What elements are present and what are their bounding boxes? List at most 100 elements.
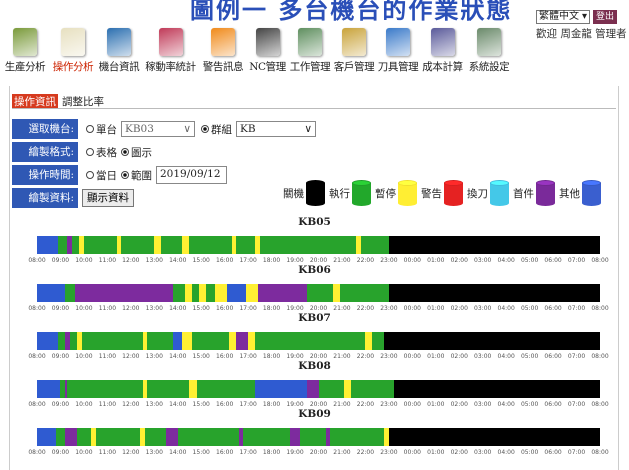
time-tick: 19:00 xyxy=(286,305,304,312)
time-tick: 06:00 xyxy=(544,305,562,312)
legend-label: 執行 xyxy=(329,187,350,200)
table-radio[interactable] xyxy=(86,148,94,156)
time-tick: 17:00 xyxy=(239,449,257,456)
utilization-stats-icon xyxy=(158,28,183,56)
time-tick: 14:00 xyxy=(169,257,187,264)
nav-item-tool-management[interactable]: 刀具管理 xyxy=(376,22,420,74)
time-tick: 03:00 xyxy=(474,305,492,312)
time-tick: 04:00 xyxy=(497,257,515,264)
time-tick: 05:00 xyxy=(520,305,539,312)
segment-run xyxy=(372,332,385,350)
time-tick: 03:00 xyxy=(474,353,492,360)
nav-item-system-settings[interactable]: 系統設定 xyxy=(465,22,513,74)
time-tick: 11:00 xyxy=(98,305,117,312)
time-tick: 05:00 xyxy=(520,353,539,360)
time-tick: 02:00 xyxy=(450,401,468,408)
segment-first xyxy=(236,332,249,350)
time-tick: 17:00 xyxy=(239,353,257,360)
nav-item-warning[interactable]: 警告訊息 xyxy=(199,22,247,74)
machine-name: KB06 xyxy=(298,264,331,276)
machine-select-value: KB03 xyxy=(125,123,154,135)
show-data-button[interactable]: 顯示資料 xyxy=(82,189,134,207)
table-label: 表格 xyxy=(96,146,117,159)
time-tick: 16:00 xyxy=(216,305,234,312)
query-form: 選取機台: 單台 KB03 ∨ 群組 KB ∨ 繪製格式: 表格 圖示 操作時間: … xyxy=(12,118,316,210)
segment-run xyxy=(76,428,92,446)
chart-radio[interactable] xyxy=(121,148,129,156)
segment-run xyxy=(144,428,167,446)
group-radio[interactable] xyxy=(201,125,209,133)
segment-run xyxy=(173,284,186,302)
segment-run xyxy=(351,380,395,398)
nav-item-utilization-stats[interactable]: 稼動率統計 xyxy=(142,22,199,74)
time-tick: 23:00 xyxy=(380,257,398,264)
segment-run xyxy=(255,332,366,350)
language-select[interactable]: 繁體中文 ▾ xyxy=(536,10,591,24)
draw-row: 繪製資料: 顯示資料 xyxy=(12,187,316,209)
time-tick: 17:00 xyxy=(239,401,257,408)
segment-run xyxy=(65,284,76,302)
machine-label: 選取機台: xyxy=(12,119,78,139)
time-tick: 11:00 xyxy=(98,257,117,264)
logout-button[interactable]: 登出 xyxy=(593,10,618,24)
time-tick: 19:00 xyxy=(286,449,304,456)
nav-item-machine-info[interactable]: 機台資訊 xyxy=(96,22,142,74)
time-tick: 22:00 xyxy=(356,401,375,408)
single-radio[interactable] xyxy=(86,125,94,133)
segment-off xyxy=(384,332,600,350)
machine-row: 選取機台: 單台 KB03 ∨ 群組 KB ∨ xyxy=(12,118,316,140)
time-tick: 02:00 xyxy=(450,449,468,456)
time-tick: 18:00 xyxy=(262,449,281,456)
segment-run xyxy=(360,236,390,254)
time-tick: 13:00 xyxy=(145,401,163,408)
tab-adjust-ratio[interactable]: 調整比率 xyxy=(62,94,104,109)
segment-other xyxy=(227,284,247,302)
time-tick: 09:00 xyxy=(51,449,70,456)
format-label: 繪製格式: xyxy=(12,142,78,162)
nav-item-production-analysis[interactable]: 生產分析 xyxy=(0,22,50,74)
time-tick: 11:00 xyxy=(98,449,117,456)
time-tick: 03:00 xyxy=(474,401,492,408)
segment-run xyxy=(177,428,240,446)
range-label: 範圍 xyxy=(131,169,152,182)
time-tick: 06:00 xyxy=(544,257,562,264)
segment-stop xyxy=(215,284,228,302)
segment-run xyxy=(67,380,144,398)
date-input[interactable]: 2019/09/12 xyxy=(156,166,227,184)
time-tick: 13:00 xyxy=(145,257,163,264)
tab-operation-info[interactable]: 操作資訊 xyxy=(12,94,58,109)
legend-swatch xyxy=(352,180,371,206)
nav-item-job-management[interactable]: 工作管理 xyxy=(288,22,332,74)
nav-item-operation-analysis[interactable]: 操作分析 xyxy=(50,22,96,74)
time-tick: 15:00 xyxy=(192,353,210,360)
legend-swatch xyxy=(398,180,417,206)
nav-item-customer-management[interactable]: 客戶管理 xyxy=(332,22,376,74)
time-tick: 01:00 xyxy=(427,449,445,456)
legend-item: 首件 xyxy=(513,180,555,206)
legend-label: 其他 xyxy=(559,187,580,200)
time-tick: 03:00 xyxy=(474,257,492,264)
time-tick: 20:00 xyxy=(309,401,328,408)
range-radio[interactable] xyxy=(121,171,129,179)
time-tick: 00:00 xyxy=(403,401,421,408)
nav-item-label: 工作管理 xyxy=(289,61,331,73)
segment-other xyxy=(37,428,57,446)
time-tick: 21:00 xyxy=(333,449,351,456)
legend-item: 關機 xyxy=(283,180,325,206)
day-radio[interactable] xyxy=(86,171,94,179)
time-tick: 00:00 xyxy=(403,257,421,264)
nc-management-icon xyxy=(255,28,280,56)
customer-management-icon xyxy=(342,28,366,56)
nav-item-nc-management[interactable]: NC管理 xyxy=(247,22,288,74)
machine-select[interactable]: KB03 ∨ xyxy=(121,121,195,137)
timeline-bar xyxy=(37,380,600,398)
time-tick: 07:00 xyxy=(567,305,586,312)
group-select[interactable]: KB ∨ xyxy=(236,121,316,137)
time-tick: 08:00 xyxy=(591,353,609,360)
time-row: 操作時間: 當日 範圍 2019/09/12 xyxy=(12,164,316,186)
segment-run xyxy=(299,428,327,446)
nav-item-cost-calc[interactable]: 成本計算 xyxy=(420,22,465,74)
time-tick: 01:00 xyxy=(427,305,445,312)
time-tick: 08:00 xyxy=(591,401,609,408)
time-tick: 21:00 xyxy=(333,257,351,264)
